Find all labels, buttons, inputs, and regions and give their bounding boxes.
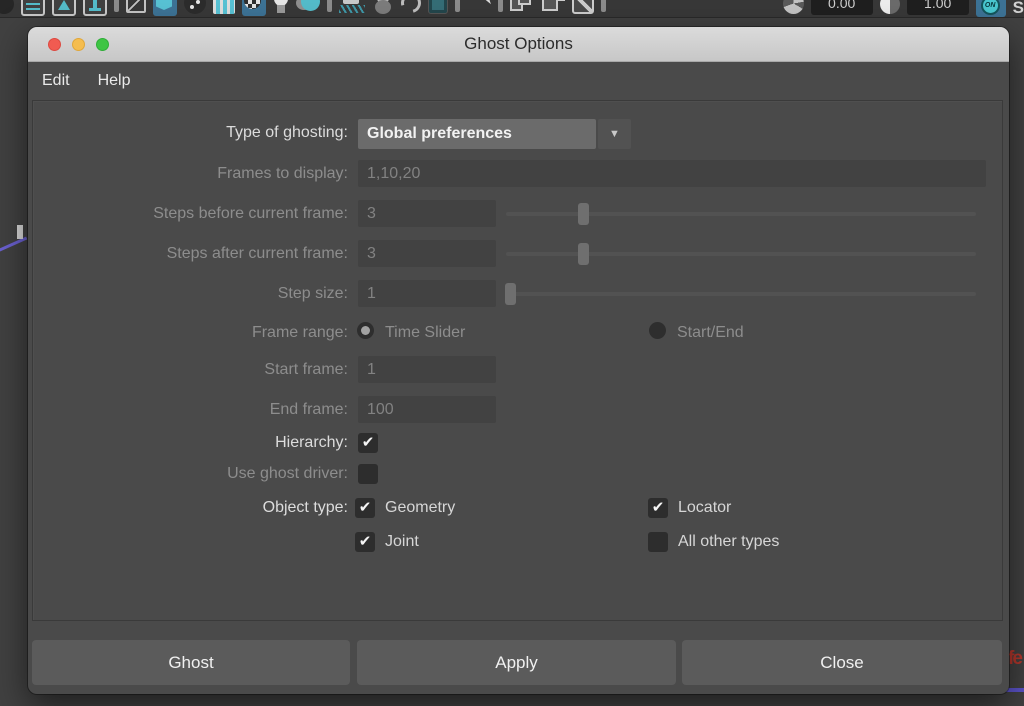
use-ghost-driver-checkbox: ✔: [358, 464, 378, 484]
close-window-button[interactable]: [48, 38, 61, 51]
step-size-slider-track: [506, 292, 976, 296]
shaded-sphere-icon[interactable]: [296, 0, 320, 14]
steps-after-field: 3: [358, 240, 496, 267]
step-size-field: 1: [358, 280, 496, 307]
toolbar-separator: [601, 0, 606, 12]
traffic-lights: [48, 38, 109, 51]
textured-cube-icon[interactable]: [213, 0, 235, 14]
viewport-red-artifact: fe: [1008, 648, 1021, 670]
options-panel: Type of ghosting: Global preferences ▼ F…: [32, 100, 1003, 621]
steps-before-slider-handle: [578, 203, 589, 225]
end-frame-label: End frame:: [41, 401, 348, 419]
menu-help[interactable]: Help: [98, 72, 131, 90]
triangle-display-icon[interactable]: [52, 0, 76, 16]
dropdown-arrow-button[interactable]: ▼: [598, 119, 631, 149]
steps-after-slider-track: [506, 252, 976, 256]
half-circle-icon[interactable]: [880, 0, 900, 14]
viewport-wire-artifact: [1006, 688, 1024, 692]
maya-status-toolbar: 0.00 1.00 ON S: [0, 0, 1024, 18]
transform-value-field-1[interactable]: 0.00: [811, 0, 873, 15]
ghost-button[interactable]: Ghost: [32, 640, 350, 685]
sphere-dots-icon[interactable]: [184, 0, 206, 14]
time-slider-radio-label: Time Slider: [385, 324, 465, 342]
joint-checkbox-label: Joint: [385, 533, 419, 551]
toolbar-separator: [327, 0, 332, 12]
select-cursor-icon[interactable]: [467, 0, 491, 14]
object-type-label: Object type:: [41, 499, 348, 517]
toolbar-separator: [455, 0, 460, 12]
arc-rotate-icon[interactable]: [397, 0, 424, 17]
check-icon: ✔: [359, 532, 372, 550]
toolbar-separator: [114, 0, 119, 12]
pie-circle-icon[interactable]: [783, 0, 804, 14]
window-title: Ghost Options: [464, 34, 573, 54]
window-titlebar[interactable]: Ghost Options: [28, 27, 1009, 62]
use-ghost-driver-label: Use ghost driver:: [41, 465, 348, 483]
uv-grid-icon[interactable]: [21, 0, 45, 16]
tool-ball-icon[interactable]: [0, 0, 14, 14]
object-type-geometry-checkbox[interactable]: ✔: [355, 498, 375, 518]
object-type-all-other-types-checkbox[interactable]: ✔: [648, 532, 668, 552]
step-size-slider-handle: [505, 283, 516, 305]
hand-hatch-icon[interactable]: [339, 0, 365, 14]
clipped-edge-letter: S: [1013, 0, 1024, 18]
lightbulb-icon[interactable]: [273, 0, 289, 14]
frame-range-start-end-radio: [649, 322, 666, 339]
steps-after-slider-handle: [578, 243, 589, 265]
ibeam-display-icon[interactable]: [83, 0, 107, 16]
transform-value-field-2[interactable]: 1.00: [907, 0, 969, 15]
frame-range-time-slider-radio: [357, 322, 374, 339]
minimize-window-button[interactable]: [72, 38, 85, 51]
frames-to-display-field: 1,10,20: [358, 160, 986, 187]
hierarchy-label: Hierarchy:: [41, 434, 348, 452]
viewport-handle-artifact: [17, 225, 23, 239]
start-frame-field: 1: [358, 356, 496, 383]
object-type-locator-checkbox[interactable]: ✔: [648, 498, 668, 518]
toolbar-separator: [498, 0, 503, 12]
steps-before-field: 3: [358, 200, 496, 227]
menu-edit[interactable]: Edit: [42, 72, 70, 90]
steps-before-slider-track: [506, 212, 976, 216]
chevron-down-icon: ▼: [609, 128, 620, 140]
frame-range-label: Frame range:: [41, 324, 348, 342]
shaded-cube-icon[interactable]: [153, 0, 177, 16]
dialog-menubar: Edit Help: [28, 62, 1009, 100]
type-of-ghosting-select[interactable]: Global preferences: [358, 119, 596, 149]
on-toggle-button[interactable]: ON: [976, 0, 1006, 17]
close-button[interactable]: Close: [682, 640, 1002, 685]
hierarchy-checkbox[interactable]: ✔: [358, 433, 378, 453]
wireframe-cube-icon[interactable]: [126, 0, 146, 13]
steps-after-label: Steps after current frame:: [41, 245, 348, 263]
type-of-ghosting-label: Type of ghosting:: [41, 124, 348, 142]
geometry-checkbox-label: Geometry: [385, 499, 455, 517]
start-end-radio-label: Start/End: [677, 324, 744, 342]
all-other-types-checkbox-label: All other types: [678, 533, 779, 551]
ghost-options-window: Ghost Options Edit Help Type of ghosting…: [28, 27, 1009, 694]
step-size-label: Step size:: [41, 285, 348, 303]
export-square-icon[interactable]: [572, 0, 594, 14]
check-icon: ✔: [362, 433, 375, 451]
checker-sphere-icon[interactable]: [242, 0, 266, 16]
end-frame-field: 100: [358, 396, 496, 423]
dialog-button-row: Ghost Apply Close: [28, 640, 1009, 685]
viewport-wire-artifact: [0, 237, 27, 253]
frames-to-display-label: Frames to display:: [41, 165, 348, 183]
paste-squares-icon[interactable]: [541, 0, 565, 14]
apply-button[interactable]: Apply: [357, 640, 676, 685]
copy-squares-icon[interactable]: [510, 0, 534, 14]
color-swatch-icon[interactable]: [428, 0, 448, 14]
circle-stack-icon[interactable]: [372, 0, 394, 14]
start-frame-label: Start frame:: [41, 361, 348, 379]
object-type-joint-checkbox[interactable]: ✔: [355, 532, 375, 552]
maya-screen: 0.00 1.00 ON S fe Ghost Options Edit Hel…: [0, 0, 1024, 706]
steps-before-label: Steps before current frame:: [41, 205, 348, 223]
zoom-window-button[interactable]: [96, 38, 109, 51]
check-icon: ✔: [359, 498, 372, 516]
locator-checkbox-label: Locator: [678, 499, 731, 517]
check-icon: ✔: [652, 498, 665, 516]
